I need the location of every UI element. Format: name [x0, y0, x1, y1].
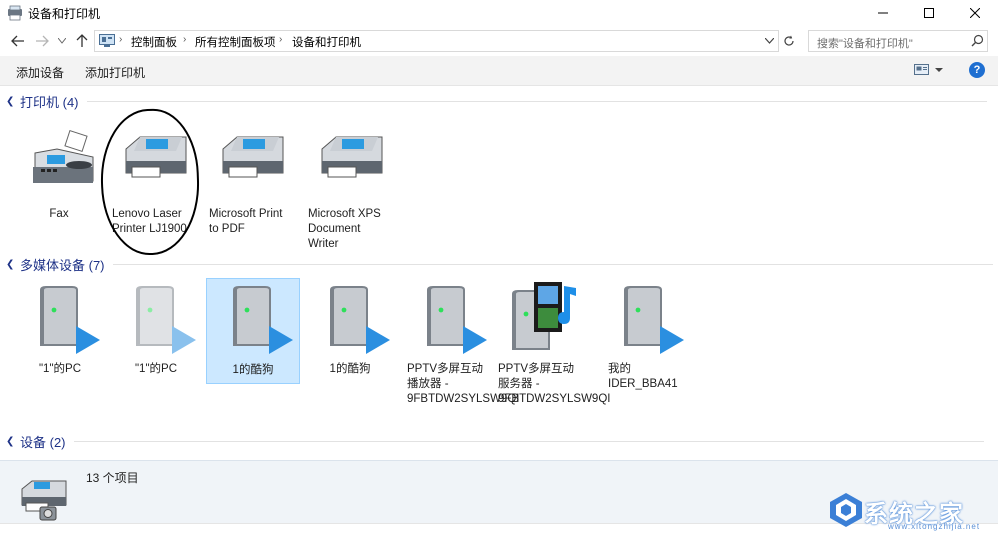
- up-button[interactable]: [72, 32, 92, 50]
- group-label-devices: 设备 (2): [20, 434, 66, 450]
- refresh-icon: [784, 35, 794, 46]
- device-name: 1的酷狗: [329, 363, 371, 375]
- breadcrumb-all-items[interactable]: 所有控制面板项: [195, 34, 276, 50]
- device-tile-ms-print-to-pdf[interactable]: Microsoft Print to PDF: [203, 127, 295, 237]
- group-divider: [86, 100, 987, 102]
- breadcrumb-separator-icon: ›: [119, 34, 123, 45]
- media-device-tile[interactable]: "1"的PC: [110, 282, 202, 382]
- command-bar: 添加设备 添加打印机 ?: [0, 56, 998, 86]
- group-label-printers: 打印机 (4): [20, 94, 79, 110]
- chevron-down-icon: [58, 38, 66, 44]
- device-tile-lenovo-printer[interactable]: Lenovo Laser Printer LJ1900: [106, 127, 198, 237]
- media-server-icon: [427, 286, 487, 354]
- media-device-tile[interactable]: "1"的PC: [14, 282, 106, 382]
- navigation-bar: › 控制面板 › 所有控制面板项 › 设备和打印机 搜索"设备和打印机": [0, 26, 998, 56]
- devices-printers-large-icon: [21, 480, 67, 521]
- close-icon: [970, 8, 980, 18]
- group-header-printers[interactable]: ❮ 打印机 (4): [6, 91, 987, 111]
- devices-printers-app-icon: [8, 5, 22, 21]
- control-panel-icon: [99, 34, 115, 47]
- device-name: Lenovo Laser Printer LJ1900: [112, 208, 187, 235]
- media-device-tile[interactable]: PPTV多屏互动播放器 - 9FBTDW2SYLSW9QI: [401, 282, 520, 427]
- group-divider: [73, 440, 984, 442]
- add-printer-button[interactable]: 添加打印机: [85, 64, 145, 81]
- breadcrumb-control-panel[interactable]: 控制面板: [131, 34, 177, 50]
- watermark-url: www.xitongzhijia.net: [888, 522, 981, 531]
- media-server-icon: [136, 286, 196, 354]
- device-name: Microsoft Print to PDF: [209, 208, 283, 235]
- media-server-icon: [233, 286, 293, 354]
- media-server-icon: [40, 286, 100, 354]
- printer-icon: [125, 136, 187, 178]
- device-tile-ms-xps-writer[interactable]: Microsoft XPS Document Writer: [302, 127, 394, 250]
- device-name: 我的 IDER_BBA41: [608, 363, 678, 390]
- breadcrumb-separator-icon: ›: [183, 34, 187, 45]
- help-button[interactable]: ?: [969, 62, 985, 78]
- search-box[interactable]: 搜索"设备和打印机": [808, 30, 988, 52]
- item-count: 13 个项目: [86, 471, 139, 485]
- breadcrumb-separator-icon: ›: [279, 34, 283, 45]
- add-device-button[interactable]: 添加设备: [16, 64, 64, 81]
- group-divider: [112, 263, 993, 265]
- group-header-media[interactable]: ❮ 多媒体设备 (7): [6, 254, 993, 274]
- device-tile-fax[interactable]: Fax: [13, 127, 105, 227]
- forward-button[interactable]: [32, 32, 52, 50]
- refresh-button[interactable]: [781, 31, 797, 51]
- device-name: "1"的PC: [134, 363, 178, 375]
- collapse-chevron-icon: ❮: [6, 95, 15, 107]
- printer-icon: [321, 136, 383, 178]
- group-header-devices[interactable]: ❮ 设备 (2): [6, 431, 984, 451]
- forward-arrow-icon: [36, 35, 49, 47]
- media-server-film-icon: [512, 282, 576, 350]
- collapse-chevron-icon: ❮: [6, 435, 15, 447]
- media-server-icon: [624, 286, 684, 354]
- change-view-button[interactable]: [914, 64, 946, 79]
- device-name: Microsoft XPS Document Writer: [308, 208, 381, 250]
- device-name: PPTV多屏互动服务器 - 9FBTDW2SYLSW9QI: [498, 363, 611, 405]
- search-placeholder: 搜索"设备和打印机": [817, 38, 913, 50]
- watermark-logo-icon: [830, 493, 862, 527]
- window-title: 设备和打印机: [28, 7, 101, 21]
- group-label-media: 多媒体设备 (7): [20, 257, 105, 273]
- maximize-icon: [924, 8, 934, 18]
- media-device-tile[interactable]: 我的 IDER_BBA41: [598, 282, 690, 402]
- media-server-icon: [330, 286, 390, 354]
- back-button[interactable]: [8, 32, 28, 50]
- minimize-icon: [878, 12, 888, 14]
- back-arrow-icon: [11, 35, 24, 47]
- printer-icon: [222, 136, 284, 178]
- address-dropdown-icon[interactable]: [765, 38, 774, 44]
- media-device-tile[interactable]: 1的酷狗: [304, 282, 396, 382]
- recent-locations-button[interactable]: [52, 32, 72, 50]
- view-options-icon: [914, 64, 943, 75]
- device-name: 1的酷狗: [232, 364, 274, 376]
- media-device-tile-selected[interactable]: 1的酷狗: [206, 278, 300, 384]
- breadcrumb-devices-printers[interactable]: 设备和打印机: [292, 34, 361, 50]
- device-list-pane: ❮ 打印机 (4) Fax Lenovo Laser Printer LJ190…: [0, 87, 998, 460]
- close-button[interactable]: [952, 0, 998, 26]
- address-bar[interactable]: › 控制面板 › 所有控制面板项 › 设备和打印机: [94, 30, 779, 52]
- collapse-chevron-icon: ❮: [6, 258, 15, 270]
- search-icon[interactable]: [971, 34, 984, 47]
- up-arrow-icon: [76, 34, 88, 47]
- minimize-button[interactable]: [860, 0, 906, 26]
- device-name: "1"的PC: [38, 363, 82, 375]
- device-name: PPTV多屏互动播放器 - 9FBTDW2SYLSW9QI: [407, 363, 520, 405]
- media-device-tile[interactable]: PPTV多屏互动服务器 - 9FBTDW2SYLSW9QI: [492, 278, 611, 427]
- maximize-button[interactable]: [906, 0, 952, 26]
- title-bar: 设备和打印机: [0, 0, 998, 26]
- watermark: 系统之家 www.xitongzhijia.net: [812, 488, 998, 538]
- device-name: Fax: [49, 208, 69, 220]
- fax-icon: [33, 129, 94, 183]
